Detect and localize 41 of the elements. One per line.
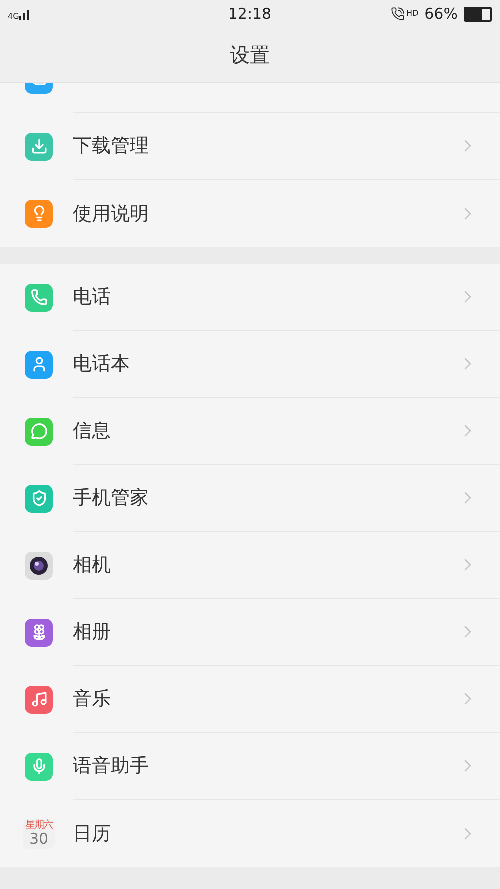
row-label: 信息 [73, 419, 111, 444]
camera-icon [25, 552, 53, 580]
settings-row[interactable]: 星期六 30 日历 [0, 800, 500, 867]
settings-row[interactable]: 下载管理 [0, 113, 500, 180]
row-label: 日历 [73, 822, 111, 846]
network-type: 4G [8, 12, 20, 20]
day-number: 30 [29, 830, 49, 846]
download-icon [25, 132, 53, 160]
row-label: 音乐 [73, 687, 111, 712]
phone-icon [25, 284, 53, 312]
row-label: 下载管理 [73, 134, 149, 159]
settings-row[interactable]: 信息 [0, 398, 500, 465]
weekday-text: 星期六 [26, 820, 52, 830]
page-title: 设置 [229, 42, 271, 68]
battery-icon [464, 6, 492, 22]
settings-row[interactable]: 电话 [0, 264, 500, 331]
chat-bubble-icon [25, 418, 53, 446]
settings-row[interactable]: 电话本 [0, 331, 500, 398]
row-label: 电话 [73, 285, 111, 310]
person-icon [25, 350, 53, 378]
music-note-icon [25, 686, 53, 714]
lightbulb-icon [25, 200, 53, 228]
row-label: 电话本 [73, 352, 130, 377]
shield-icon [25, 484, 53, 512]
settings-row[interactable]: 相册 [0, 599, 500, 666]
row-label: 相机 [73, 553, 111, 578]
call-icon [391, 7, 406, 21]
settings-row[interactable]: 语音助手 [0, 733, 500, 800]
status-time: 12:18 [228, 5, 272, 23]
settings-row[interactable]: 音乐 [0, 666, 500, 733]
settings-row[interactable]: 使用说明 [0, 180, 500, 247]
microphone-icon [25, 752, 53, 780]
row-label: 语音助手 [73, 754, 149, 779]
battery-percent: 66% [424, 5, 458, 23]
flower-icon [25, 618, 53, 646]
settings-row[interactable]: 手机管家 [0, 465, 500, 532]
row-label: 使用说明 [73, 202, 149, 226]
hd-label: HD [406, 9, 419, 18]
settings-row[interactable]: 相机 [0, 532, 500, 599]
row-label: 手机管家 [73, 486, 149, 511]
row-label: 相册 [73, 620, 111, 645]
